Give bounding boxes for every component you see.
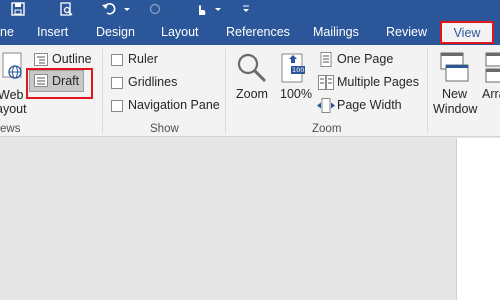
hundred-percent-button[interactable]: 100%: [280, 87, 312, 101]
tab-view[interactable]: View: [440, 21, 494, 44]
touch-mode-icon[interactable]: [193, 0, 225, 18]
group-separator: [225, 49, 226, 133]
tab-references[interactable]: References: [226, 20, 290, 45]
document-canvas[interactable]: [0, 138, 500, 300]
undo-icon[interactable]: [100, 0, 132, 18]
draft-highlight-box: [26, 68, 93, 99]
save-icon[interactable]: [10, 0, 26, 18]
ruler-checkbox[interactable]: [111, 54, 123, 66]
navigation-pane-label: Navigation Pane: [128, 98, 220, 112]
multiple-pages-icon: [318, 75, 334, 90]
page-width-icon: [317, 98, 335, 113]
tab-review[interactable]: Review: [386, 20, 427, 45]
ruler-label: Ruler: [128, 52, 158, 66]
one-page-button[interactable]: One Page: [337, 52, 393, 66]
arrange-all-button[interactable]: Arra: [482, 87, 500, 101]
zoom-button[interactable]: Zoom: [236, 87, 268, 101]
web-layout-button[interactable]: Web: [0, 88, 23, 102]
page-width-button[interactable]: Page Width: [337, 98, 402, 112]
show-group-label: Show: [150, 123, 179, 135]
group-separator: [427, 49, 428, 133]
hundred-percent-icon: 100: [281, 51, 309, 85]
tab-home[interactable]: ne: [0, 20, 14, 45]
tab-layout[interactable]: Layout: [161, 20, 199, 45]
zoom-magnifier-icon: [236, 52, 268, 84]
outline-button[interactable]: Outline: [52, 52, 92, 66]
new-window-button[interactable]: New: [442, 87, 467, 101]
one-page-icon: [319, 52, 333, 67]
zoom-group-label: Zoom: [312, 123, 342, 135]
group-separator: [102, 49, 103, 133]
new-window-icon: [440, 52, 470, 84]
print-preview-icon[interactable]: [58, 0, 74, 18]
arrange-all-icon: [485, 52, 500, 84]
outline-icon: [34, 53, 48, 66]
gridlines-label: Gridlines: [128, 75, 178, 89]
document-page[interactable]: [456, 138, 500, 300]
web-layout-icon: [2, 52, 26, 82]
customize-qat-icon[interactable]: [240, 0, 252, 18]
tab-design[interactable]: Design: [96, 20, 135, 45]
views-group-label: ews: [0, 123, 21, 135]
web-layout-label-line2: ayout: [0, 102, 27, 116]
hundred-icon-text: 100: [291, 66, 306, 74]
tab-mailings[interactable]: Mailings: [313, 20, 359, 45]
redo-icon[interactable]: [148, 0, 162, 18]
multiple-pages-button[interactable]: Multiple Pages: [337, 75, 419, 89]
tab-insert[interactable]: Insert: [37, 20, 68, 45]
navigation-pane-checkbox[interactable]: [111, 100, 123, 112]
new-window-label-line2: Window: [433, 102, 478, 116]
gridlines-checkbox[interactable]: [111, 77, 123, 89]
